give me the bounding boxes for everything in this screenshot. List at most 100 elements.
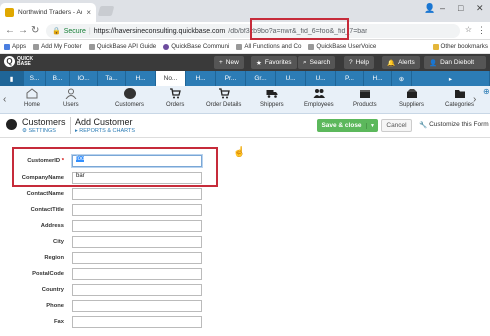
maximize-icon[interactable]: □ — [458, 3, 463, 13]
user-icon — [65, 88, 77, 99]
new-tab-button[interactable] — [97, 6, 115, 16]
bookmark-community[interactable]: QuickBase Communi — [163, 43, 229, 50]
add-app-tab-button[interactable]: ⊕ — [392, 71, 412, 86]
table-item-employees[interactable]: Employees — [304, 88, 334, 108]
search-icon: ⌕ — [303, 58, 307, 66]
form-row-address: Address — [0, 220, 260, 234]
app-home-tab[interactable]: ▮ — [0, 71, 24, 86]
form-row-city: City — [0, 236, 260, 250]
app-tab[interactable]: H... — [364, 71, 392, 86]
field-label: Phone — [46, 303, 64, 309]
bookmark-apps[interactable]: Apps — [4, 43, 26, 50]
new-button[interactable]: + New — [214, 56, 244, 69]
table-item-orders[interactable]: Orders — [166, 88, 184, 108]
cart-detail-icon — [218, 88, 230, 99]
table-item-suppliers[interactable]: Suppliers — [399, 88, 424, 108]
url-host: https://haversineconsulting.quickbase.co… — [93, 27, 226, 35]
favorites-button[interactable]: ★ Favorites — [251, 56, 297, 69]
close-window-icon[interactable]: ✕ — [476, 3, 484, 14]
contacttitle-input[interactable] — [72, 204, 202, 216]
bookmark-uservoice[interactable]: QuickBase UserVoice — [308, 43, 376, 50]
table-item-home[interactable]: Home — [24, 88, 40, 108]
bookmark-api-guide[interactable]: QuickBase API Guide — [88, 43, 156, 50]
reports-charts-link[interactable]: ▸ REPORTS & CHARTS — [75, 128, 135, 134]
customize-form-link[interactable]: 🔧 Customize this Form — [419, 121, 489, 129]
page-title: Add Customer — [75, 117, 133, 127]
table-item-customers[interactable]: Customers — [115, 88, 144, 108]
plus-circle-icon: ⊕ — [398, 75, 405, 83]
plus-icon: + — [219, 59, 223, 66]
table-name[interactable]: Customers — [22, 117, 66, 127]
page-icon — [236, 43, 243, 50]
address-bar: ← → ↻ 🔒 Secure | https://haversineconsul… — [0, 22, 490, 40]
field-label: ContactName — [26, 191, 64, 197]
phone-input[interactable] — [72, 300, 202, 312]
alerts-button[interactable]: 🔔 Alerts — [382, 56, 420, 69]
quickbase-icon — [163, 43, 170, 50]
app-tab-more[interactable]: ▸ — [412, 71, 490, 86]
home-icon: ▮ — [9, 75, 14, 83]
app-tab[interactable]: H... — [126, 71, 156, 86]
app-tab[interactable]: P... — [336, 71, 364, 86]
help-button[interactable]: ? Help — [344, 56, 374, 69]
customer-table-icon — [6, 119, 17, 130]
scroll-right-icon[interactable]: › — [473, 94, 476, 105]
app-tab[interactable]: U... — [306, 71, 336, 86]
user-menu-button[interactable]: 👤 Dan Diebolt — [424, 56, 486, 69]
cart-icon — [170, 88, 182, 99]
app-tab[interactable]: Ta... — [98, 71, 126, 86]
cancel-button[interactable]: Cancel — [381, 119, 412, 132]
bookmark-add-my-footer[interactable]: Add My Footer — [33, 43, 82, 50]
app-tab[interactable]: IO... — [70, 71, 98, 86]
region-input[interactable] — [72, 252, 202, 264]
bookmarks-bar: Apps Add My Footer QuickBase API Guide Q… — [0, 40, 490, 54]
table-bar: ‹ Home Users Customers Orders Order Deta… — [0, 86, 490, 114]
app-tab[interactable]: Gr... — [246, 71, 276, 86]
box-icon — [359, 90, 370, 98]
form-row-country: Country — [0, 284, 260, 298]
bookmark-star-icon[interactable]: ☆ — [465, 25, 472, 34]
app-tab[interactable]: H... — [186, 71, 216, 86]
app-tab[interactable]: U... — [276, 71, 306, 86]
scroll-left-icon[interactable]: ‹ — [3, 94, 6, 105]
reload-icon[interactable]: ↻ — [31, 25, 39, 36]
table-item-products[interactable]: Products — [353, 88, 377, 108]
quickbase-logo[interactable]: Q QUICK BASE — [4, 56, 37, 67]
expand-table-bar-icon[interactable]: ⊕ — [483, 87, 490, 96]
form-row-contactname: ContactName — [0, 188, 260, 202]
star-icon: ★ — [256, 59, 262, 67]
save-options-dropdown[interactable]: ▼ — [366, 122, 378, 129]
save-close-button[interactable]: Save & close ▼ — [317, 119, 378, 132]
other-bookmarks[interactable]: Other bookmarks — [432, 43, 488, 50]
user-profile-icon[interactable]: 👤 — [424, 3, 435, 14]
settings-link[interactable]: ⚙ SETTINGS — [22, 128, 56, 134]
table-item-shippers[interactable]: Shippers — [260, 88, 284, 108]
form-row-fax: Fax — [0, 316, 260, 330]
country-input[interactable] — [72, 284, 202, 296]
browser-tab[interactable]: Northwind Traders - Add × — [0, 3, 96, 22]
table-item-order-details[interactable]: Order Details — [206, 88, 241, 108]
hand-cursor-icon: ☝ — [233, 147, 246, 158]
app-tab[interactable]: Pr... — [216, 71, 246, 86]
fax-input[interactable] — [72, 316, 202, 328]
user-avatar-icon: 👤 — [429, 59, 438, 67]
address-input[interactable] — [72, 220, 202, 232]
city-input[interactable] — [72, 236, 202, 248]
postalcode-input[interactable] — [72, 268, 202, 280]
chrome-menu-icon[interactable]: ⋮ — [477, 25, 486, 36]
table-item-users[interactable]: Users — [63, 88, 79, 108]
bookmark-functions[interactable]: All Functions and Co — [236, 43, 301, 50]
app-tab[interactable]: B... — [46, 71, 70, 86]
app-tab[interactable]: S... — [24, 71, 46, 86]
help-icon: ? — [349, 59, 353, 66]
forward-icon[interactable]: → — [18, 25, 28, 36]
contactname-input[interactable] — [72, 188, 202, 200]
minimize-icon[interactable]: – — [440, 3, 445, 13]
app-tab-active[interactable]: No... — [156, 71, 186, 86]
search-button[interactable]: ⌕ Search — [298, 56, 336, 69]
fields-annotation-box — [12, 147, 218, 187]
close-tab-icon[interactable]: × — [86, 8, 91, 17]
field-label: Country — [41, 287, 64, 293]
back-icon[interactable]: ← — [5, 25, 15, 36]
table-item-categories[interactable]: Categories — [445, 88, 474, 108]
